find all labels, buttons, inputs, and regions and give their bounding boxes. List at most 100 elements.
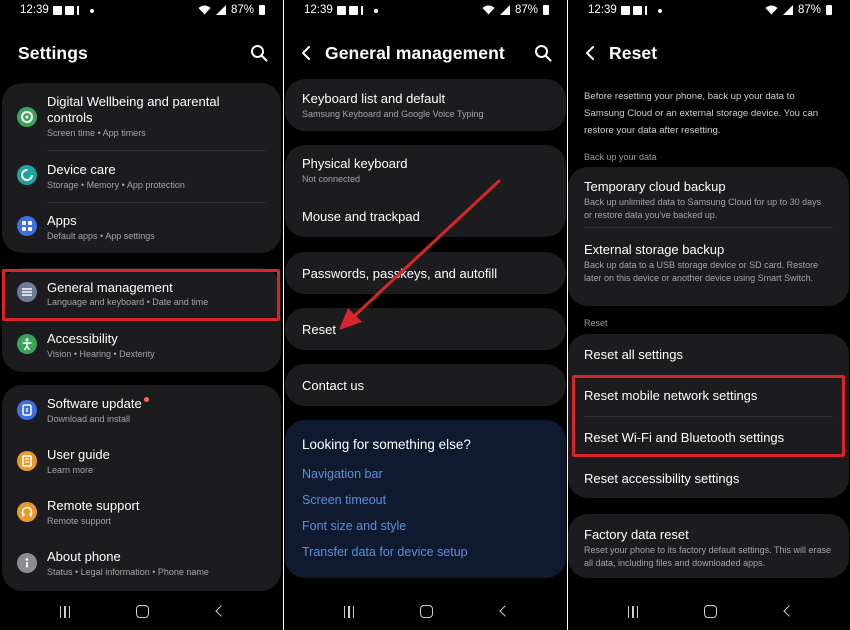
general-item-label: Passwords, passkeys, and autofill (302, 266, 498, 281)
notification-icons (53, 6, 94, 15)
home-icon[interactable] (420, 605, 433, 618)
reset-item-temporary-cloud-backup[interactable]: Temporary cloud backup Back up unlimited… (568, 167, 849, 227)
status-time: 12:39 (588, 4, 617, 16)
reset-item-label: Factory data reset (584, 527, 689, 542)
back-icon[interactable] (783, 605, 795, 617)
search-icon[interactable] (250, 44, 268, 62)
status-bar: 12:39 87% (568, 2, 850, 20)
settings-item-sub: Screen time • App timers (47, 128, 146, 138)
settings-item-sub: Learn more (47, 465, 94, 475)
signal-icon (782, 5, 793, 15)
reset-item-sub: Back up unlimited data to Samsung Cloud … (584, 197, 822, 220)
remote-support-icon (17, 502, 37, 522)
navigation-bar (284, 596, 567, 630)
suggestions-heading: Looking for something else? (302, 437, 471, 452)
about-phone-icon (17, 553, 37, 573)
reset-item-sub: Reset your phone to its factory default … (584, 545, 831, 568)
section-header: Reset (584, 318, 608, 328)
navigation-bar (0, 596, 283, 630)
apps-icon (17, 216, 37, 236)
reset-item-all-settings[interactable]: Reset all settings (568, 334, 849, 375)
home-icon[interactable] (704, 605, 717, 618)
settings-item-remote-support[interactable]: Remote support Remote support (2, 487, 281, 538)
accessibility-icon (17, 334, 37, 354)
battery-icon (826, 5, 832, 15)
general-item-mouse-trackpad[interactable]: Mouse and trackpad (285, 191, 566, 237)
back-icon[interactable] (215, 605, 227, 617)
settings-item-sub: Remote support (47, 516, 112, 526)
page-title: Reset (609, 43, 658, 63)
back-arrow-icon[interactable] (299, 45, 315, 61)
highlight-box (2, 269, 280, 321)
settings-item-label: Accessibility (47, 331, 118, 346)
general-item-reset[interactable]: Reset (285, 308, 566, 350)
general-management-screen: 12:39 87% General management Keyboard li… (284, 0, 567, 630)
reset-item-factory-data-reset[interactable]: Factory data reset Reset your phone to i… (568, 514, 849, 578)
digital-wellbeing-icon (17, 107, 37, 127)
settings-group-3: Software update Download and install Use… (2, 385, 281, 591)
reset-item-accessibility[interactable]: Reset accessibility settings (568, 458, 849, 498)
general-card-keyboard[interactable]: Keyboard list and default Samsung Keyboa… (285, 79, 566, 131)
recents-icon[interactable] (60, 606, 70, 618)
settings-item-about-phone[interactable]: About phone Status • Legal information •… (2, 538, 281, 591)
search-icon[interactable] (534, 44, 552, 62)
reset-item-sub: Back up data to a USB storage device or … (584, 260, 819, 283)
settings-screen: 12:39 87% Settings Digital Wellbeing and… (0, 0, 283, 630)
general-item-passwords[interactable]: Passwords, passkeys, and autofill (285, 252, 566, 294)
general-item-label: Reset (302, 322, 336, 337)
settings-item-apps[interactable]: Apps Default apps • App settings (2, 203, 281, 253)
wifi-icon (765, 5, 778, 15)
reset-screen: 12:39 87% Reset Before resetting your ph… (568, 0, 850, 630)
settings-item-sub: Storage • Memory • App protection (47, 180, 185, 190)
settings-item-sub: Status • Legal information • Phone name (47, 567, 209, 577)
suggestion-link[interactable]: Screen timeout (302, 493, 386, 507)
general-item-contact-us[interactable]: Contact us (285, 364, 566, 406)
highlight-box (572, 375, 845, 457)
navigation-bar (568, 596, 850, 630)
general-card-input: Physical keyboard Not connected Mouse an… (285, 145, 566, 237)
status-bar: 12:39 87% (0, 2, 283, 20)
settings-item-user-guide[interactable]: User guide Learn more (2, 436, 281, 487)
device-care-icon (17, 165, 37, 185)
reset-item-label: Reset accessibility settings (584, 471, 740, 486)
settings-item-sub: Download and install (47, 414, 131, 424)
reset-item-label: Reset all settings (584, 347, 683, 362)
reset-item-label: External storage backup (584, 242, 725, 257)
settings-item-accessibility[interactable]: Accessibility Vision • Hearing • Dexteri… (2, 320, 281, 372)
status-time: 12:39 (20, 4, 49, 16)
general-item-label: Keyboard list and default (302, 91, 446, 106)
back-icon[interactable] (499, 605, 511, 617)
recents-icon[interactable] (344, 606, 354, 618)
signal-icon (499, 5, 510, 15)
settings-item-sub: Default apps • App settings (47, 231, 155, 241)
backup-card: Temporary cloud backup Back up unlimited… (568, 167, 849, 306)
general-item-physical-keyboard[interactable]: Physical keyboard Not connected (285, 145, 566, 191)
settings-item-device-care[interactable]: Device care Storage • Memory • App prote… (2, 151, 281, 202)
suggestion-link[interactable]: Font size and style (302, 519, 406, 533)
reset-intro-text: Before resetting your phone, back up you… (584, 91, 819, 136)
suggestions-card: Looking for something else? Navigation b… (285, 420, 566, 578)
settings-item-label: Remote support (47, 498, 140, 513)
recents-icon[interactable] (628, 606, 638, 618)
general-item-label: Mouse and trackpad (302, 209, 420, 224)
back-arrow-icon[interactable] (583, 45, 599, 61)
battery-percent: 87% (230, 4, 254, 16)
suggestion-link[interactable]: Navigation bar (302, 467, 383, 481)
suggestion-link[interactable]: Transfer data for device setup (302, 545, 468, 559)
status-bar: 12:39 87% (284, 2, 567, 20)
settings-item-label: Apps (47, 213, 77, 228)
user-guide-icon (17, 451, 37, 471)
settings-item-digital-wellbeing[interactable]: Digital Wellbeing and parental controls … (2, 83, 281, 150)
wifi-icon (482, 5, 495, 15)
signal-icon (215, 5, 226, 15)
battery-icon (543, 5, 549, 15)
reset-item-external-storage-backup[interactable]: External storage backup Back up data to … (568, 228, 849, 306)
wifi-icon (198, 5, 211, 15)
general-item-label: Contact us (302, 378, 365, 393)
general-item-sub: Not connected (302, 174, 361, 184)
settings-item-software-update[interactable]: Software update Download and install (2, 385, 281, 436)
home-icon[interactable] (136, 605, 149, 618)
settings-group-1: Digital Wellbeing and parental controls … (2, 83, 281, 253)
page-title: Settings (18, 43, 88, 63)
battery-percent: 87% (514, 4, 538, 16)
